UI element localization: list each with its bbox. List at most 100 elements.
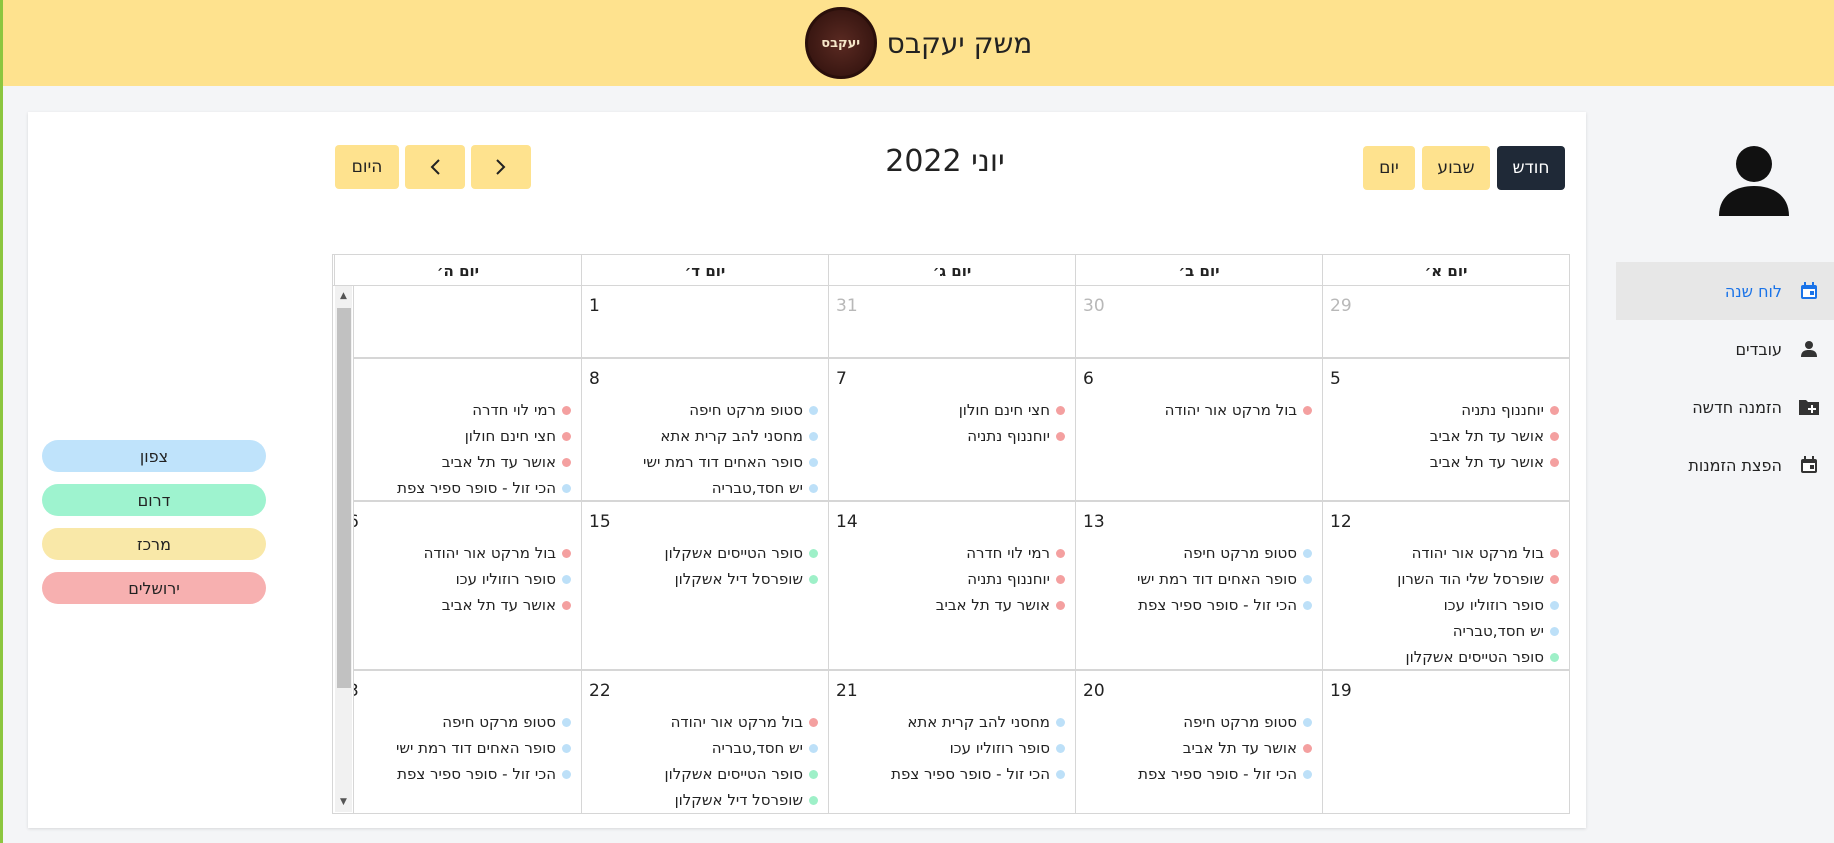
day-cell[interactable]: 31 bbox=[828, 286, 1075, 359]
scroll-down-icon[interactable]: ▼ bbox=[338, 798, 349, 807]
calendar-event[interactable]: יוחננוף נתניה bbox=[1430, 397, 1559, 423]
calendar-event[interactable]: יש חסד,טבריה bbox=[665, 735, 818, 761]
calendar-event[interactable]: סטופ מרקט חיפה bbox=[1138, 709, 1312, 735]
calendar-event[interactable]: חצי חינם חולון bbox=[397, 423, 571, 449]
calendar-event[interactable]: סופר הטייסים אשקלון bbox=[665, 761, 818, 787]
calendar-event[interactable]: מחסני להב קרית אתא bbox=[891, 709, 1065, 735]
scrollbar-thumb[interactable] bbox=[337, 308, 351, 688]
calendar-event[interactable]: שופרסל דיל אשקלון bbox=[665, 787, 818, 813]
day-number[interactable]: 21 bbox=[836, 681, 858, 701]
day-number[interactable]: 19 bbox=[1330, 681, 1352, 701]
day-number[interactable]: 8 bbox=[589, 369, 600, 389]
day-number[interactable]: 6 bbox=[1083, 369, 1094, 389]
legend-north[interactable]: צפון bbox=[42, 440, 266, 472]
day-cell[interactable]: 5 יוחננוף נתניה אושר עד תל אביב אושר עד תל … bbox=[1322, 359, 1569, 502]
day-cell[interactable]: 20 סטופ מרקט חיפה אושר עד תל אביב הכי זול -… bbox=[1075, 671, 1322, 813]
calendar-event[interactable]: בול מרקט אור יהודה bbox=[1397, 540, 1559, 566]
calendar-event[interactable]: סופר רוזוליו עכו bbox=[424, 566, 571, 592]
calendar-event[interactable]: סופר הטייסים אשקלון bbox=[665, 540, 818, 566]
calendar-event[interactable]: סופר רוזוליו עכו bbox=[891, 735, 1065, 761]
day-cell[interactable]: 15 סופר הטייסים אשקלון שופרסל דיל אשקלון bbox=[581, 502, 828, 671]
calendar-event[interactable]: אושר עד תל אביב bbox=[1430, 449, 1559, 475]
calendar-event[interactable]: אושר עד תל אביב bbox=[424, 592, 571, 618]
calendar-event[interactable]: סופר האחים דוד רמת ישי bbox=[396, 735, 571, 761]
legend-south[interactable]: דרום bbox=[42, 484, 266, 516]
sidebar-item-calendar[interactable]: לוח שנה bbox=[1616, 262, 1834, 320]
calendar-event[interactable]: הכי זול - סופר ספיר צפת bbox=[1138, 761, 1312, 787]
calendar-event[interactable]: הכי זול - סופר ספיר צפת bbox=[891, 761, 1065, 787]
day-number[interactable]: 7 bbox=[836, 369, 847, 389]
calendar-event[interactable]: מחסני להב קרית אתא bbox=[643, 423, 818, 449]
calendar-event[interactable]: סטופ מרקט חיפה bbox=[643, 397, 818, 423]
day-number[interactable]: 1 bbox=[589, 296, 600, 316]
calendar-scrollbar[interactable]: ▲ ▼ bbox=[335, 286, 352, 812]
prev-button[interactable] bbox=[405, 145, 465, 189]
week-view-button[interactable]: שבוע bbox=[1422, 146, 1490, 190]
calendar-event[interactable]: חצי חינם חולון bbox=[959, 397, 1065, 423]
sidebar-item-order-distribution[interactable]: הפצת הזמנות bbox=[1616, 436, 1834, 494]
day-number[interactable]: 6 bbox=[354, 512, 359, 532]
calendar-event[interactable]: הכי זול - סופר ספיר צפת bbox=[397, 475, 571, 500]
day-number[interactable]: 22 bbox=[589, 681, 611, 701]
calendar-event[interactable]: שופרסל דיל אשקלון bbox=[665, 566, 818, 592]
calendar-event[interactable]: אושר עד תל אביב bbox=[397, 449, 571, 475]
next-button[interactable] bbox=[471, 145, 531, 189]
day-cell[interactable]: 29 bbox=[1322, 286, 1569, 359]
legend-jerusalem[interactable]: ירושלים bbox=[42, 572, 266, 604]
calendar-event[interactable]: רמי לוי חדרה bbox=[936, 540, 1065, 566]
day-cell[interactable]: 8 סטופ מרקט חיפה מחסני להב קרית אתא סופר הא… bbox=[581, 359, 828, 502]
calendar-event[interactable]: יש חסד,טבריה bbox=[1397, 618, 1559, 644]
day-cell[interactable]: 7 חצי חינם חולון יוחננוף נתניה bbox=[828, 359, 1075, 502]
calendar-event[interactable]: יוחננוף נתניה bbox=[936, 566, 1065, 592]
calendar-event[interactable]: סטופ מרקט חיפה bbox=[1137, 540, 1312, 566]
calendar-event[interactable]: סופר האחים דוד רמת ישי bbox=[643, 449, 818, 475]
calendar-event[interactable]: אושר עד תל אביב bbox=[1430, 423, 1559, 449]
sidebar-item-employees[interactable]: עובדים bbox=[1616, 320, 1834, 378]
calendar-event[interactable]: יוחננוף נתניה bbox=[959, 423, 1065, 449]
calendar-event[interactable]: יש חסד,טבריה bbox=[643, 475, 818, 500]
calendar-event[interactable]: סופר האחים דוד רמת ישי bbox=[1137, 566, 1312, 592]
avatar-icon[interactable] bbox=[1719, 144, 1789, 216]
day-number[interactable]: 13 bbox=[1083, 512, 1105, 532]
month-view-button[interactable]: חודש bbox=[1497, 146, 1565, 190]
day-number[interactable]: 30 bbox=[1083, 296, 1105, 316]
day-number[interactable]: 5 bbox=[1330, 369, 1341, 389]
calendar-event[interactable]: אושר עד תל אביב bbox=[1138, 735, 1312, 761]
day-cell[interactable] bbox=[353, 286, 581, 359]
day-number[interactable]: 29 bbox=[1330, 296, 1352, 316]
legend-center[interactable]: מרכז bbox=[42, 528, 266, 560]
calendar-event[interactable]: אושר עד תל אביב bbox=[936, 592, 1065, 618]
day-number[interactable]: 12 bbox=[1330, 512, 1352, 532]
day-cell[interactable]: 22 בול מרקט אור יהודה יש חסד,טבריה סופר הטי… bbox=[581, 671, 828, 813]
calendar-event[interactable]: בול מרקט אור יהודה bbox=[1165, 397, 1312, 423]
calendar-event[interactable]: סופר הטייסים אשקלון bbox=[1397, 644, 1559, 669]
day-cell[interactable]: 21 מחסני להב קרית אתא סופר רוזוליו עכו הכי … bbox=[828, 671, 1075, 813]
calendar-event[interactable]: שופרסל שלי הוד השרון bbox=[1397, 566, 1559, 592]
calendar-event[interactable]: סופר רוזוליו עכו bbox=[1397, 592, 1559, 618]
calendar-event[interactable]: בול מרקט אור יהודה bbox=[665, 709, 818, 735]
today-button[interactable]: היום bbox=[335, 145, 399, 189]
calendar-event[interactable]: הכי זול - סופר ספיר צפת bbox=[1137, 592, 1312, 618]
day-cell[interactable]: רמי לוי חדרה חצי חינם חולון אושר עד תל אבי… bbox=[353, 359, 581, 502]
calendar-event[interactable]: סטופ מרקט חיפה bbox=[396, 709, 571, 735]
day-view-button[interactable]: יום bbox=[1363, 146, 1415, 190]
day-number[interactable]: 3 bbox=[354, 681, 359, 701]
day-number[interactable]: 31 bbox=[836, 296, 858, 316]
day-cell[interactable]: 14 רמי לוי חדרה יוחננוף נתניה אושר עד תל אב… bbox=[828, 502, 1075, 671]
day-cell[interactable]: 30 bbox=[1075, 286, 1322, 359]
day-number[interactable]: 15 bbox=[589, 512, 611, 532]
day-cell[interactable]: 13 סטופ מרקט חיפה סופר האחים דוד רמת ישי הכ… bbox=[1075, 502, 1322, 671]
day-number[interactable]: 14 bbox=[836, 512, 858, 532]
day-number[interactable]: 20 bbox=[1083, 681, 1105, 701]
day-cell[interactable]: 6 בול מרקט אור יהודה bbox=[1075, 359, 1322, 502]
day-cell[interactable]: 3 סטופ מרקט חיפה סופר האחים דוד רמת ישי הכי… bbox=[353, 671, 581, 813]
day-cell[interactable]: 6 בול מרקט אור יהודה סופר רוזוליו עכו אושר … bbox=[353, 502, 581, 671]
day-cell[interactable]: 1 bbox=[581, 286, 828, 359]
calendar-event[interactable]: בול מרקט אור יהודה bbox=[424, 540, 571, 566]
calendar-event[interactable]: הכי זול - סופר ספיר צפת bbox=[396, 761, 571, 787]
sidebar-item-new-order[interactable]: הזמנה חדשה bbox=[1616, 378, 1834, 436]
calendar-event[interactable]: רמי לוי חדרה bbox=[397, 397, 571, 423]
scroll-up-icon[interactable]: ▲ bbox=[338, 292, 349, 301]
day-cell[interactable]: 12 בול מרקט אור יהודה שופרסל שלי הוד השרון… bbox=[1322, 502, 1569, 671]
day-cell[interactable]: 19 bbox=[1322, 671, 1569, 813]
